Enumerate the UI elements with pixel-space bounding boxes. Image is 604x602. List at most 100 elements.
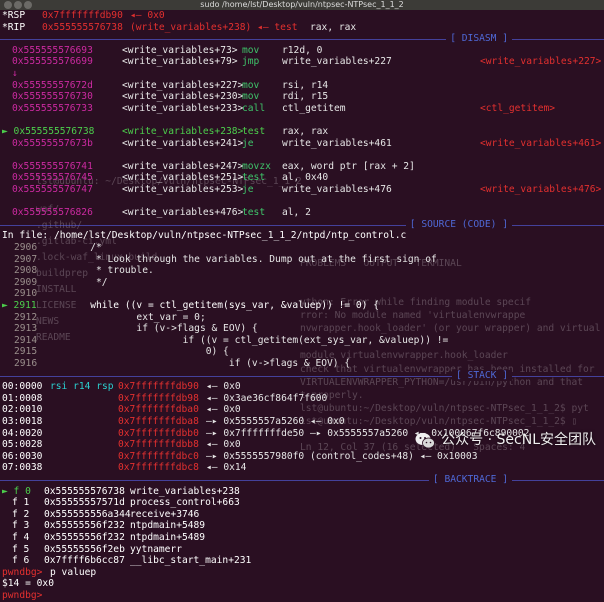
minimize-window-button[interactable] — [14, 1, 22, 9]
disasm-row: 0x55555557673b <write_variables+241> je wri… — [0, 138, 604, 150]
source-line-number: 2909 — [14, 276, 38, 288]
disasm-operands: rsi, r14 — [282, 79, 329, 91]
stack-offset: 06:0030 — [2, 450, 43, 462]
stack-header-rule — [0, 375, 604, 377]
disasm-row: 0x555555576745 <write_variables+251> test a… — [0, 172, 604, 184]
source-file-path: In file: /home/lst/Desktop/vuln/ntpsec-N… — [2, 230, 407, 242]
source-line-code: */ — [44, 276, 108, 288]
disasm-row: 0x555555576733 <write_variables+233> call c… — [0, 103, 604, 115]
stack-header-label: [ STACK ] — [452, 369, 512, 382]
source-line-code: /* — [44, 242, 102, 253]
disasm-mnemonic: je — [242, 137, 254, 149]
backtrace-row: f 2 0x555555556a344 receive+3746 — [0, 509, 604, 521]
backtrace-frame: f 5 — [12, 543, 30, 555]
disasm-address: 0x555555576745 — [12, 172, 93, 184]
disasm-row: 0x555555576747 <write_variables+253> je wri… — [0, 184, 604, 196]
watermark-text: 公众号 · SecNL安全团队 — [441, 432, 596, 449]
source-line-number: 2914 — [14, 334, 38, 346]
disasm-symbol: <write_variables+241> — [122, 137, 244, 149]
backtrace-symbol: process_control+663 — [130, 497, 240, 509]
disasm-mnemonic: movzx — [242, 160, 271, 172]
console-text: $14 = 0x0 — [2, 578, 54, 590]
console-line: $14 = 0x0 — [0, 578, 604, 590]
disasm-annotation: <ctl_getitem> — [480, 102, 556, 114]
backtrace-frame: ► f 0 — [2, 485, 31, 497]
source-line-number: 2912 — [14, 311, 38, 323]
disasm-operands: rax, rax — [282, 126, 329, 137]
source-line: ► 2911 while ((v = ctl_getitem(sys_var, … — [0, 300, 604, 312]
disasm-address: 0x555555576741 — [12, 160, 93, 172]
backtrace-address: 0x55555556f2eb — [44, 543, 125, 555]
source-line: 2915 0) { — [0, 346, 604, 358]
console-prompt: pwndbg> — [2, 590, 43, 601]
source-line-code: while ((v = ctl_getitem(sys_var, &valuep… — [44, 300, 380, 311]
backtrace-header-rule — [0, 480, 604, 481]
stack-address: 0x7fffffffdba0 — [118, 404, 199, 416]
disasm-address: 0x55555557672d — [12, 79, 93, 91]
disasm-symbol: <write_variables+476> — [122, 207, 244, 219]
disasm-row: 0x555555576693 <write_variables+73> mov r12… — [0, 45, 604, 57]
disasm-row: 0x555555576826 <write_variables+476> test a… — [0, 207, 604, 219]
window-titlebar: sudo /home/lst/Desktop/vuln/ntpsec-NTPse… — [0, 0, 604, 10]
stack-address: 0x7fffffffdbc0 — [118, 450, 199, 462]
source-line-number: 2916 — [14, 358, 38, 369]
stack-register: rsi r14 rsp — [50, 381, 114, 393]
disasm-operands: ctl_getitem — [282, 102, 346, 114]
register-name: *RIP — [2, 21, 26, 33]
stack-value: ◂— 0x0 — [206, 439, 241, 451]
disasm-operands: al, 0x40 — [282, 172, 329, 184]
source-header: [ SOURCE (CODE) ] — [0, 218, 604, 231]
stack-address: 0x7fffffffdba8 — [118, 416, 199, 427]
source-line-code: if ((v = ctl_getitem(ext_sys_var, &value… — [44, 334, 449, 346]
register-value: 0x555555576738 — [42, 21, 123, 33]
source-line: 2909 */ — [0, 277, 604, 289]
stack-address: 0x7fffffffdbb0 — [118, 427, 199, 439]
stack-value: ◂— 0x3ae36cf864f7f600 — [206, 392, 328, 404]
stack-value: —▸ 0x5555557980f0 (control_codes+48) ◂— … — [206, 450, 478, 462]
backtrace-address: 0x55555556f232 — [44, 520, 125, 532]
disasm-mnemonic: test — [242, 207, 266, 219]
disasm-address: 0x555555576699 — [12, 56, 93, 68]
watermark: 公众号 · SecNL安全团队 — [415, 430, 596, 452]
disasm-address: 0x555555576733 — [12, 102, 93, 114]
stack-offset: 01:0008 — [2, 392, 43, 404]
stack-header: [ STACK ] — [0, 369, 604, 382]
disasm-operands: eax, word ptr [rax + 2] — [282, 160, 415, 172]
disasm-row — [0, 114, 604, 126]
stack-row: 06:0030 0x7fffffffdbc0 —▸ 0x5555557980f0 (… — [0, 451, 604, 463]
disasm-operands: write_variables+461 — [282, 137, 392, 149]
disasm-mnemonic: test — [242, 172, 266, 184]
backtrace-header: [ BACKTRACE ] — [0, 474, 604, 486]
source-line: 2913 if (v->flags & EOV) { — [0, 323, 604, 335]
disasm-symbol: <write_variables+79> — [122, 56, 238, 68]
stack-offset: 05:0028 — [2, 439, 43, 451]
source-line-code: 0) { — [44, 346, 229, 358]
stack-offset: 04:0020 — [2, 427, 43, 439]
disasm-address: 0x555555576693 — [12, 44, 93, 56]
disasm-header-label: [ DISASM ] — [446, 33, 512, 45]
console-prompt: pwndbg> — [2, 566, 43, 578]
source-line: 2916 if (v->flags & EOV) { — [0, 358, 604, 370]
stack-offset: 03:0018 — [2, 416, 43, 427]
backtrace-header-label: [ BACKTRACE ] — [428, 474, 512, 486]
source-line-code: ext_var = 0; — [44, 311, 206, 323]
maximize-window-button[interactable] — [24, 1, 32, 9]
backtrace-address: 0x55555556f232 — [44, 532, 125, 543]
stack-value: ◂— 0x0 — [206, 381, 241, 393]
disasm-header-rule — [0, 39, 604, 41]
console-text: p valuep — [50, 566, 97, 578]
stack-offset: 02:0010 — [2, 404, 43, 416]
disasm-symbol: <write_variables+73> — [122, 44, 238, 56]
disasm-symbol: <write_variables+238> — [122, 126, 244, 137]
disasm-row: 0x55555557672d <write_variables+227> mov rs… — [0, 80, 604, 92]
disasm-address: ↓ — [12, 68, 18, 79]
wechat-icon — [415, 433, 436, 449]
disasm-row — [0, 196, 604, 208]
source-file-label: In file: /home/lst/Desktop/vuln/ntpsec-N… — [0, 230, 604, 242]
terminal[interactable]: lst@ubuntu: ~/Desktop/vuln/ntpsec-NTPsec… — [0, 10, 604, 601]
disasm-symbol: <write_variables+233> — [122, 102, 244, 114]
close-window-button[interactable] — [4, 1, 12, 9]
disasm-symbol: <write_variables+230> — [122, 91, 244, 103]
stack-row: 00:0000 rsi r14 rsp 0x7fffffffdb90 ◂— 0x0 — [0, 381, 604, 393]
disasm-mnemonic: mov — [242, 91, 260, 103]
